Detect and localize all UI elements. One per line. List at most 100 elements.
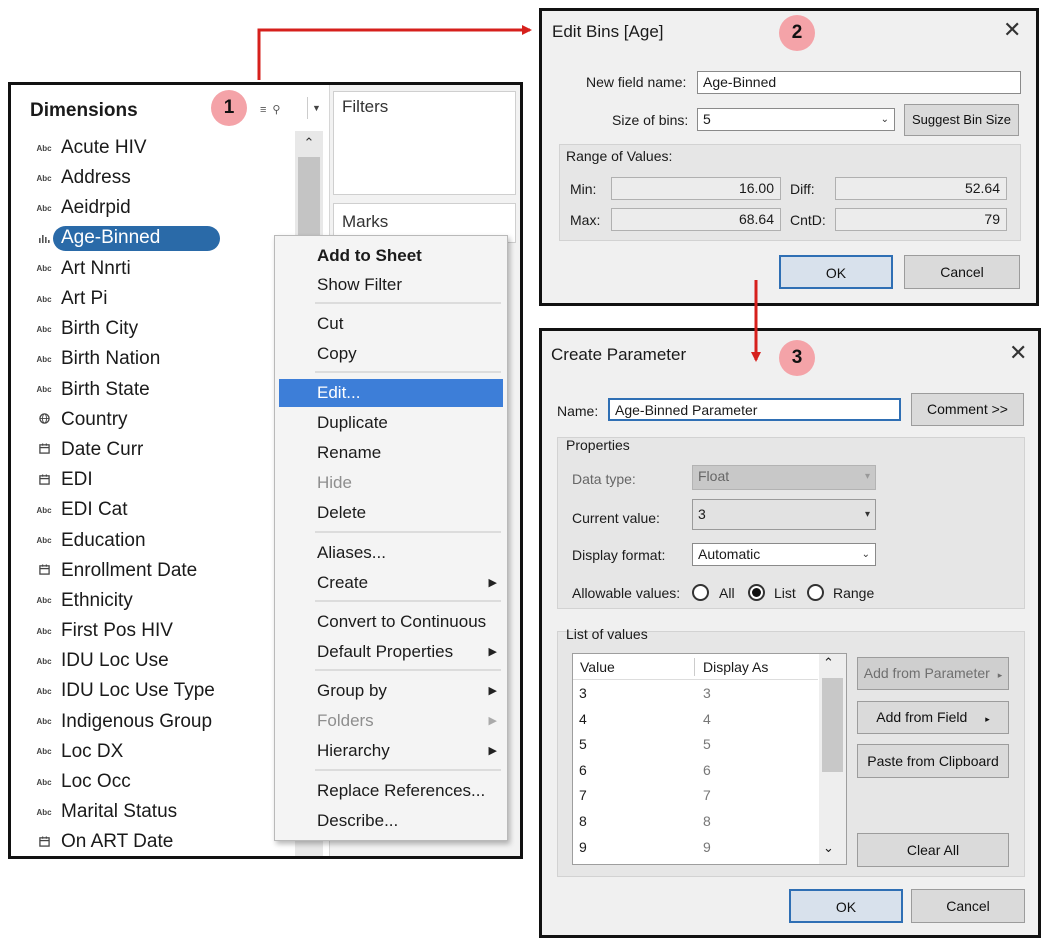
dimension-item[interactable]: Date Curr <box>11 435 311 465</box>
dimension-item[interactable]: EDI <box>11 465 311 495</box>
display-format-select[interactable]: Automatic ⌄ <box>692 543 876 566</box>
current-value-combo[interactable]: 3 ▾ <box>692 499 876 530</box>
current-value-label: Current value: <box>572 510 660 526</box>
dimension-item[interactable]: Abc EDI Cat <box>11 495 311 525</box>
diff-value: 52.64 <box>835 177 1007 200</box>
values-list-row[interactable]: 66 <box>573 758 818 784</box>
values-list-row[interactable]: 77 <box>573 783 818 809</box>
chevron-down-icon[interactable]: ⌄ <box>862 544 870 565</box>
chevron-down-icon[interactable]: ▾ <box>865 500 870 529</box>
menu-item-aliases[interactable]: Aliases... <box>275 539 507 567</box>
chevron-down-icon[interactable]: ⌄ <box>823 840 834 856</box>
add-from-field-button[interactable]: Add from Field ▸ <box>857 701 1009 734</box>
dimension-item[interactable]: Abc Art Nnrti <box>11 254 311 284</box>
menu-item-copy[interactable]: Copy <box>275 340 507 368</box>
dimension-item[interactable]: Abc Birth City <box>11 314 311 344</box>
dimension-item[interactable]: Abc Art Pi <box>11 284 311 314</box>
dimension-item[interactable]: Enrollment Date <box>11 556 311 586</box>
value-column-header[interactable]: Value <box>580 654 615 680</box>
menu-item-replace-references[interactable]: Replace References... <box>275 777 507 805</box>
cancel-button[interactable]: Cancel <box>911 889 1025 923</box>
menu-item-edit[interactable]: Edit... <box>279 379 503 407</box>
dimension-item[interactable]: Abc Aeidrpid <box>11 193 311 223</box>
values-list-row[interactable]: 99 <box>573 835 818 861</box>
values-scroll-thumb[interactable] <box>822 678 843 772</box>
row-value: 5 <box>579 736 587 753</box>
dimension-item[interactable]: Abc Marital Status <box>11 797 311 827</box>
menu-item-default-properties[interactable]: Default Properties ▶ <box>275 638 507 666</box>
dimension-item[interactable]: Abc Ethnicity <box>11 586 311 616</box>
dimension-item[interactable]: Abc IDU Loc Use Type <box>11 676 311 706</box>
dimension-item[interactable]: Abc Loc DX <box>11 737 311 767</box>
min-value: 16.00 <box>611 177 781 200</box>
display-as-column-header[interactable]: Display As <box>703 654 768 680</box>
menu-item-folders: Folders ▶ <box>275 707 507 735</box>
suggest-bin-size-button[interactable]: Suggest Bin Size <box>904 104 1019 136</box>
dimension-item[interactable]: On ART Date <box>11 827 311 856</box>
radio-all[interactable] <box>692 584 709 601</box>
dimension-item[interactable]: Abc Birth State <box>11 375 311 405</box>
dimension-item-label: Age-Binned <box>53 226 221 252</box>
dimension-item-label: First Pos HIV <box>61 620 173 642</box>
dimension-item[interactable]: Abc Birth Nation <box>11 344 311 374</box>
dimensions-title: Dimensions <box>30 100 138 121</box>
range-of-values-label: Range of Values: <box>566 148 673 164</box>
menu-item-group-by[interactable]: Group by ▶ <box>275 677 507 705</box>
values-list[interactable]: Value Display As ⌃ ⌄ 33445566778899 <box>572 653 847 865</box>
radio-range-label: Range <box>833 585 875 601</box>
dimension-item[interactable]: Age-Binned <box>11 224 311 254</box>
close-icon[interactable]: ✕ <box>1003 17 1021 43</box>
dimension-item[interactable]: Abc Address <box>11 163 311 193</box>
menu-item-duplicate[interactable]: Duplicate <box>275 409 507 437</box>
cancel-button[interactable]: Cancel <box>904 255 1020 289</box>
close-icon[interactable]: ✕ <box>1009 340 1027 366</box>
menu-item-convert-to-continuous[interactable]: Convert to Continuous <box>275 608 507 636</box>
name-input[interactable]: Age-Binned Parameter <box>608 398 901 421</box>
dimension-item[interactable]: Abc Loc Occ <box>11 767 311 797</box>
row-display-as: 6 <box>703 761 711 778</box>
dimension-item[interactable]: Abc First Pos HIV <box>11 616 311 646</box>
dimension-item[interactable]: Country <box>11 405 311 435</box>
dimensions-menu-dropdown-icon[interactable]: ▼ <box>307 97 325 119</box>
max-label: Max: <box>570 212 601 228</box>
dimension-item-label: Birth Nation <box>61 348 161 370</box>
values-list-row[interactable]: 44 <box>573 707 818 733</box>
ok-button[interactable]: OK <box>789 889 903 923</box>
clear-all-button[interactable]: Clear All <box>857 833 1009 867</box>
values-list-row[interactable]: 33 <box>573 681 818 707</box>
new-field-name-input[interactable]: Age-Binned <box>697 71 1021 94</box>
menu-item-show-filter[interactable]: Show Filter <box>275 271 507 299</box>
menu-item-label: Aliases... <box>317 543 386 562</box>
dimension-item[interactable]: Abc Education <box>11 525 311 555</box>
menu-item-add-to-sheet[interactable]: Add to Sheet <box>275 242 507 270</box>
row-display-as: 9 <box>703 838 711 855</box>
ok-button[interactable]: OK <box>779 255 893 289</box>
dimension-item[interactable]: Abc Acute HIV <box>11 133 311 163</box>
chevron-up-icon[interactable]: ⌃ <box>823 655 834 671</box>
values-list-row[interactable]: 55 <box>573 732 818 758</box>
row-display-as: 4 <box>703 710 711 727</box>
comment-button[interactable]: Comment >> <box>911 393 1024 426</box>
menu-item-describe[interactable]: Describe... <box>275 807 507 835</box>
paste-from-clipboard-button[interactable]: Paste from Clipboard <box>857 744 1009 778</box>
dropdown-arrow-icon: ▸ <box>997 670 1003 680</box>
radio-range[interactable] <box>807 584 824 601</box>
menu-item-delete[interactable]: Delete <box>275 499 507 527</box>
list-view-icon[interactable]: ≡⚲ <box>260 103 286 116</box>
menu-item-hierarchy[interactable]: Hierarchy ▶ <box>275 737 507 765</box>
menu-item-create[interactable]: Create ▶ <box>275 569 507 597</box>
menu-item-cut[interactable]: Cut <box>275 310 507 338</box>
dimension-item-label: Birth State <box>61 378 150 400</box>
chevron-down-icon[interactable]: ⌄ <box>881 109 889 130</box>
new-field-name-label: New field name: <box>586 74 687 90</box>
calendar-icon <box>31 836 57 849</box>
dimension-item[interactable]: Abc IDU Loc Use <box>11 646 311 676</box>
size-of-bins-combo[interactable]: 5 ⌄ <box>697 108 895 131</box>
menu-item-rename[interactable]: Rename <box>275 439 507 467</box>
dimension-item[interactable]: Abc Indigenous Group <box>11 707 311 737</box>
radio-list[interactable] <box>748 584 765 601</box>
string-type-icon: Abc <box>36 264 52 274</box>
name-label: Name: <box>557 403 599 419</box>
values-list-row[interactable]: 88 <box>573 809 818 835</box>
string-type-icon: Abc <box>36 173 52 183</box>
